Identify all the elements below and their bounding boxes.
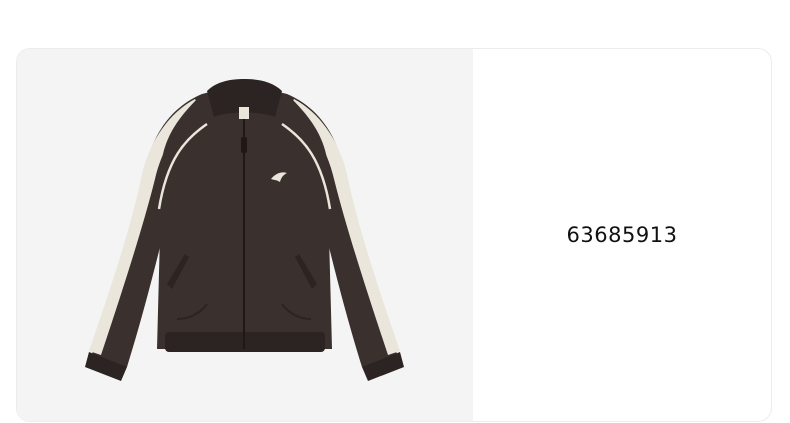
product-image <box>17 49 473 421</box>
product-card[interactable]: 63685913 <box>16 48 772 422</box>
product-info: 63685913 <box>473 49 771 421</box>
jacket-illustration <box>85 79 404 381</box>
product-code: 63685913 <box>566 223 678 247</box>
